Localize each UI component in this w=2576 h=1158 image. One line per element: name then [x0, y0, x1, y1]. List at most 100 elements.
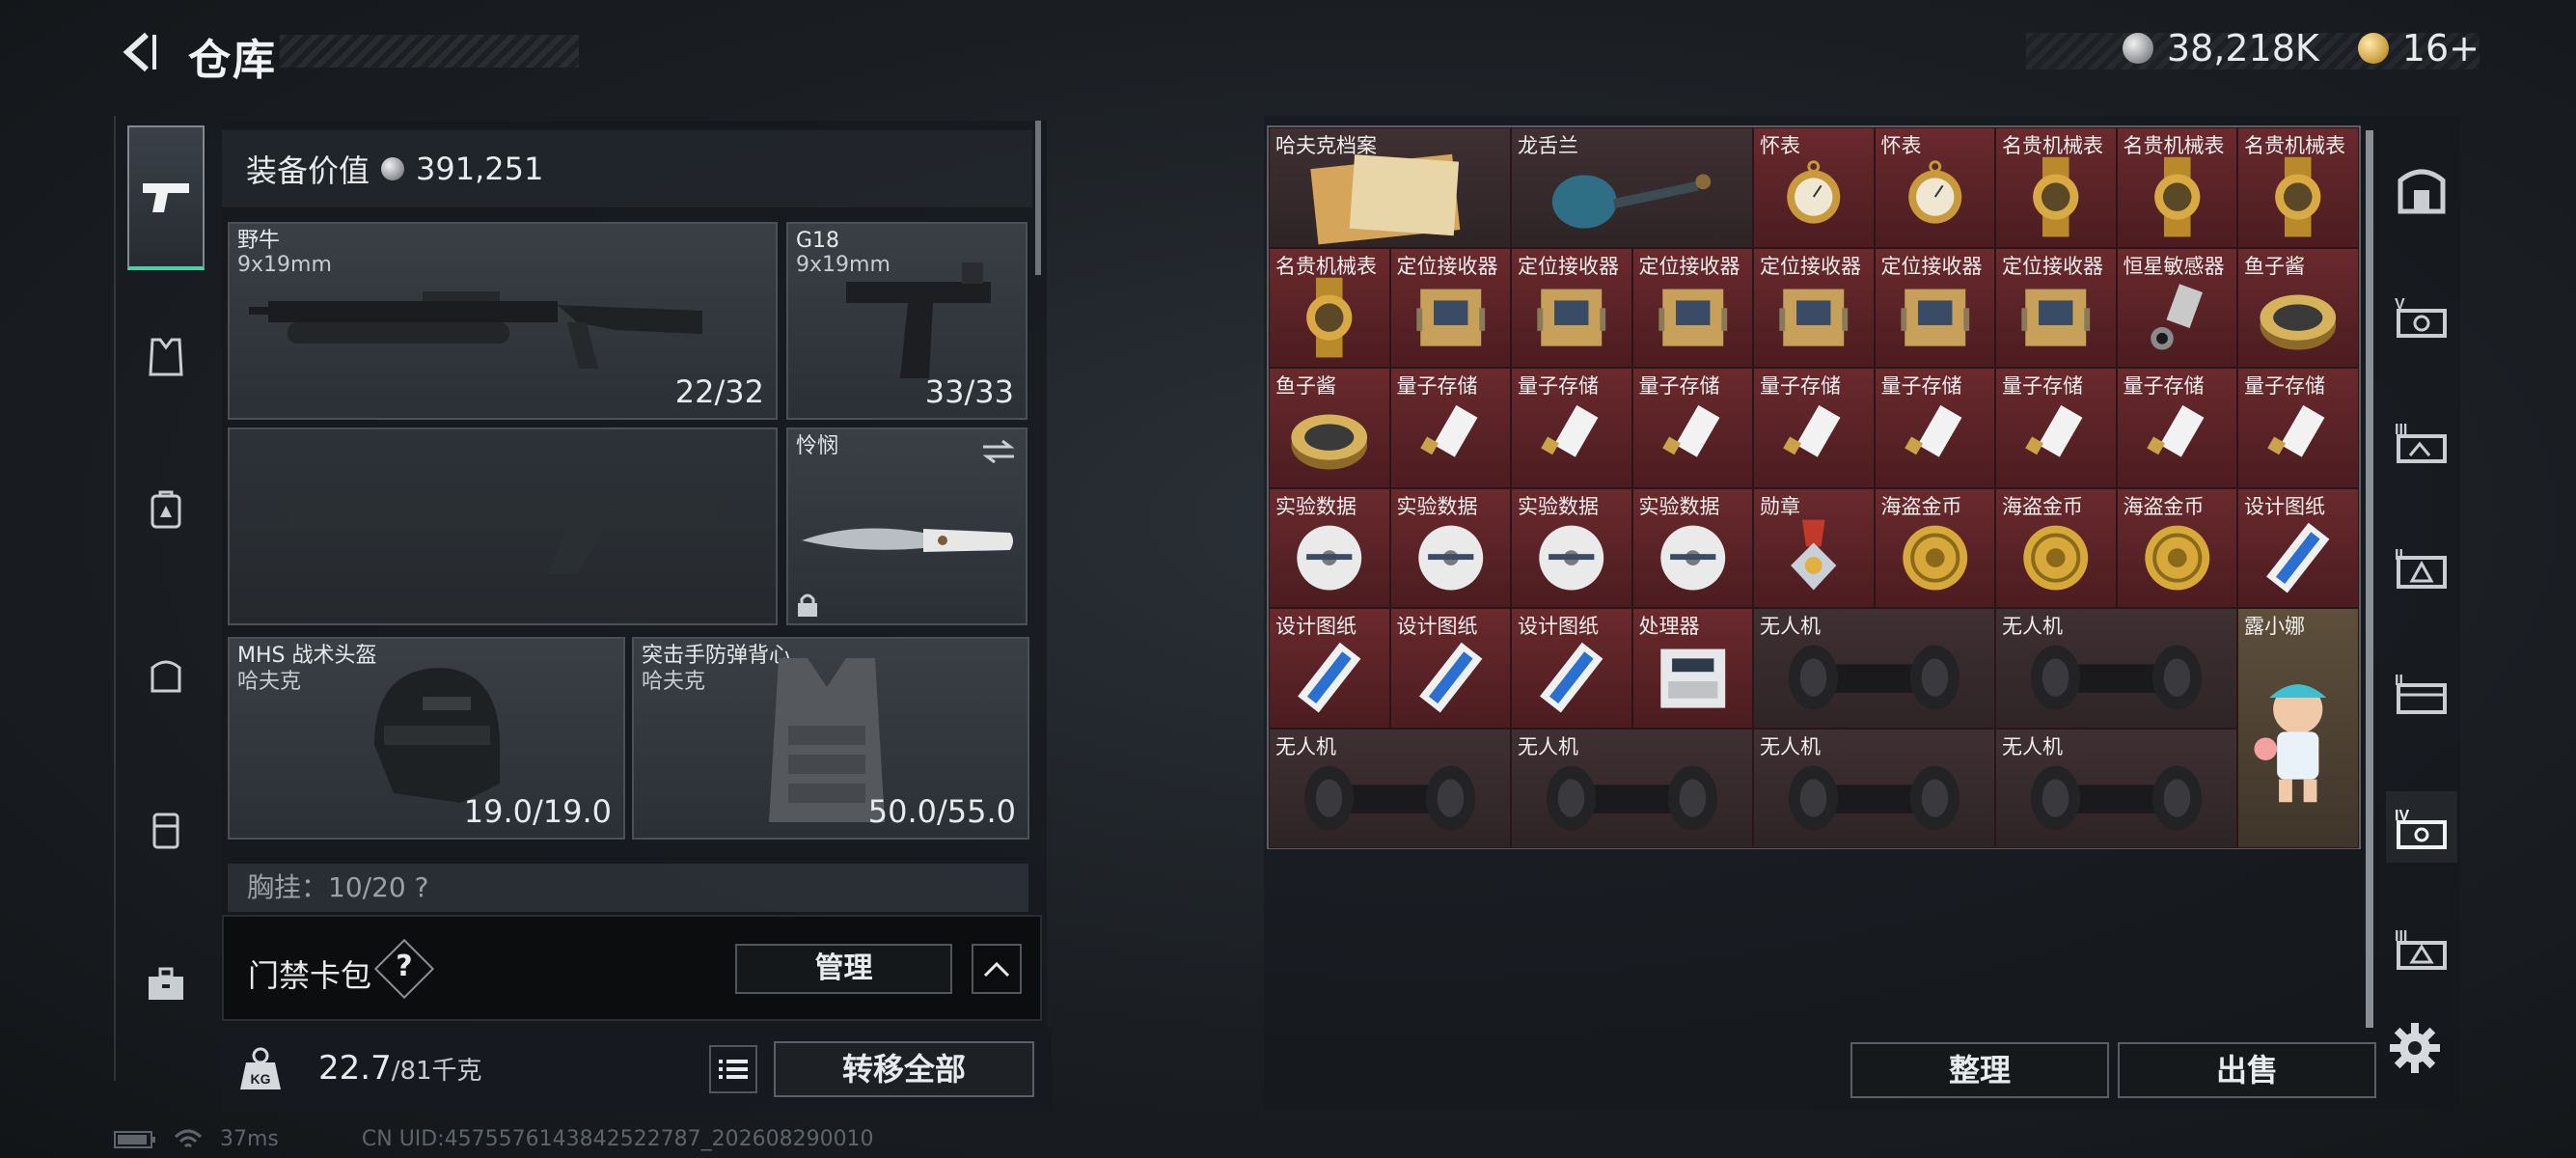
- stash-item[interactable]: 勋章: [1753, 487, 1875, 608]
- sidearm-slot[interactable]: G18 9x19mm 33/33: [786, 222, 1028, 420]
- nav-pouch[interactable]: [127, 637, 205, 714]
- stash-item-label: 处理器: [1638, 615, 1700, 638]
- stash-item[interactable]: 名贵机械表: [1269, 247, 1390, 368]
- help-icon[interactable]: ?: [393, 950, 416, 983]
- stash-item[interactable]: 量子存储: [1511, 368, 1632, 488]
- currency-secondary[interactable]: 16+: [2402, 27, 2480, 69]
- stash-tab-iii[interactable]: III: [2386, 405, 2457, 477]
- stash-item[interactable]: 哈夫克档案: [1269, 127, 1511, 248]
- secondary-weapon-slot[interactable]: [228, 427, 778, 625]
- stash-tab-ii[interactable]: II: [2386, 531, 2457, 602]
- stash-item[interactable]: 无人机: [1995, 728, 2237, 848]
- stash-item[interactable]: 鱼子酱: [2237, 247, 2359, 368]
- manage-button[interactable]: 管理: [735, 944, 952, 994]
- stash-item-label: 海盗金币: [2002, 494, 2083, 518]
- stash-item[interactable]: 实验数据: [1511, 487, 1632, 608]
- stash-item[interactable]: 设计图纸: [1511, 608, 1632, 729]
- sort-button[interactable]: 整理: [1850, 1042, 2109, 1098]
- stash-item[interactable]: 定位接收器: [1631, 247, 1753, 368]
- stash-tab-safe[interactable]: [2386, 154, 2457, 226]
- stash-item[interactable]: 无人机: [1753, 728, 1995, 848]
- stash-item[interactable]: 无人机: [1753, 608, 1995, 729]
- transfer-all-button[interactable]: 转移全部: [774, 1041, 1034, 1097]
- keycard-bar: 门禁卡包 ? 管理: [222, 915, 1042, 1021]
- equipment-value-amount: 391,251: [416, 151, 544, 187]
- stash-item[interactable]: 定位接收器: [1389, 247, 1511, 368]
- stash-item-label: 量子存储: [1396, 374, 1478, 398]
- stash-item-label: 设计图纸: [1396, 615, 1478, 638]
- settings-button[interactable]: [2388, 1021, 2446, 1079]
- svg-text:KG: KG: [251, 1071, 271, 1087]
- stash-item[interactable]: 设计图纸: [1269, 608, 1390, 729]
- stash-item[interactable]: 海盗金币: [1995, 487, 2117, 608]
- stash-item[interactable]: 定位接收器: [1874, 247, 1995, 368]
- stash-item[interactable]: 量子存储: [2116, 368, 2237, 488]
- stash-ii-box-icon: II: [2395, 673, 2447, 714]
- stash-item[interactable]: 名贵机械表: [2116, 127, 2237, 248]
- stash-tab-iv[interactable]: IV: [2386, 791, 2457, 863]
- stash-item[interactable]: 名贵机械表: [2237, 127, 2359, 248]
- weight-icon: KG: [240, 1047, 281, 1089]
- stash-item[interactable]: 海盗金币: [2116, 487, 2237, 608]
- helmet-slot[interactable]: MHS 战术头盔 哈夫克 19.0/19.0: [228, 637, 625, 840]
- vest-slot[interactable]: 突击手防弹背心 哈夫克 50.0/55.0: [632, 637, 1029, 840]
- chevron-up-icon: [983, 961, 1010, 978]
- nav-armor[interactable]: [127, 318, 205, 396]
- stash-item[interactable]: 量子存储: [2237, 368, 2359, 488]
- chest-rig-row[interactable]: 胸挂：10/20 ?: [228, 864, 1028, 912]
- nav-weapons[interactable]: [127, 125, 205, 270]
- stash-scrollbar[interactable]: [2366, 130, 2373, 1028]
- currency-display: 38,218K 16+: [2122, 27, 2480, 69]
- rig-icon: [152, 813, 179, 849]
- stash-item[interactable]: 实验数据: [1269, 487, 1390, 608]
- sidearm-name: G18: [796, 229, 840, 253]
- stash-item-label: 鱼子酱: [2244, 254, 2305, 278]
- stash-item[interactable]: 设计图纸: [2237, 487, 2359, 608]
- stash-item[interactable]: 量子存储: [1995, 368, 2117, 488]
- stash-item-label: 设计图纸: [1518, 615, 1599, 638]
- knife-icon: [802, 528, 1013, 552]
- lock-icon: [798, 593, 817, 617]
- stash-item[interactable]: 怀表: [1753, 127, 1875, 248]
- equipment-scrollbar[interactable]: [1035, 121, 1041, 275]
- nav-backpack[interactable]: [127, 471, 205, 548]
- stash-item[interactable]: 量子存储: [1753, 368, 1875, 488]
- collapse-button[interactable]: [972, 944, 1022, 994]
- melee-slot[interactable]: 怜悯: [786, 427, 1028, 625]
- stash-item-label: 无人机: [1275, 734, 1336, 758]
- stash-item[interactable]: 量子存储: [1874, 368, 1995, 488]
- stash-item[interactable]: 名贵机械表: [1995, 127, 2117, 248]
- stash-item[interactable]: 量子存储: [1389, 368, 1511, 488]
- silver-coin-icon: [381, 157, 405, 180]
- back-button[interactable]: [111, 27, 169, 77]
- stash-tab-v[interactable]: V: [2386, 280, 2457, 351]
- stash-item[interactable]: 露小娜: [2237, 608, 2359, 848]
- stash-item[interactable]: 实验数据: [1631, 487, 1753, 608]
- stash-tab-iii-b[interactable]: III: [2386, 912, 2457, 983]
- stash-item[interactable]: 设计图纸: [1389, 608, 1511, 729]
- swap-icon[interactable]: [981, 437, 1016, 466]
- stash-item[interactable]: 恒星敏感器: [2116, 247, 2237, 368]
- stash-item[interactable]: 海盗金币: [1874, 487, 1995, 608]
- stash-item[interactable]: 无人机: [1269, 728, 1511, 848]
- stash-item[interactable]: 定位接收器: [1511, 247, 1632, 368]
- primary-weapon-slot[interactable]: 野牛 9x19mm 22/32: [228, 222, 778, 420]
- stash-item[interactable]: 定位接收器: [1753, 247, 1875, 368]
- stash-item[interactable]: 实验数据: [1389, 487, 1511, 608]
- equipment-value: 装备价值 391,251: [222, 130, 1032, 207]
- nav-rig[interactable]: [127, 791, 205, 868]
- sell-button[interactable]: 出售: [2118, 1042, 2376, 1098]
- stash-item[interactable]: 量子存储: [1631, 368, 1753, 488]
- stash-item[interactable]: 处理器: [1631, 608, 1753, 729]
- stash-item[interactable]: 定位接收器: [1995, 247, 2117, 368]
- stash-item[interactable]: 怀表: [1874, 127, 1995, 248]
- nav-briefcase[interactable]: [127, 946, 205, 1023]
- stash-item[interactable]: 无人机: [1995, 608, 2237, 729]
- stash-tab-ii-box[interactable]: II: [2386, 656, 2457, 728]
- stash-item[interactable]: 龙舌兰: [1511, 127, 1753, 248]
- stash-grid: 哈夫克档案 龙舌兰 怀表 怀表 名贵机械表 名贵机械表 名贵机械表 名贵机械表 定位接收器 定位接…: [1267, 125, 2361, 849]
- list-view-button[interactable]: [709, 1045, 757, 1093]
- stash-item-label: 恒星敏感器: [2123, 254, 2225, 278]
- stash-item[interactable]: 无人机: [1511, 728, 1753, 848]
- stash-item[interactable]: 鱼子酱: [1269, 368, 1390, 488]
